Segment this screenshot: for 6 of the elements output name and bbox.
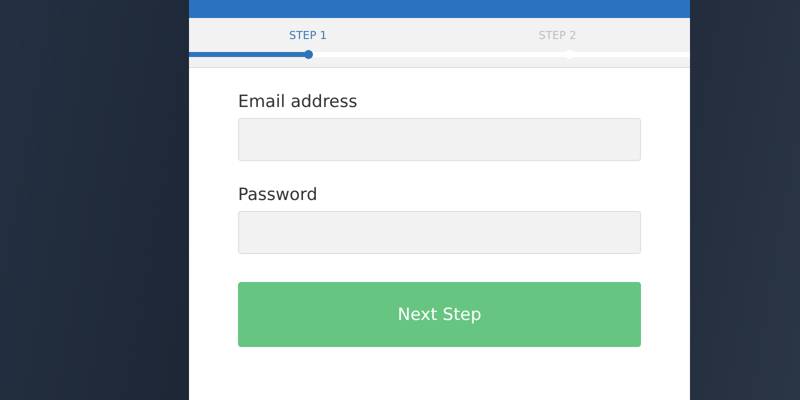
input-field[interactable] bbox=[238, 118, 641, 161]
next-step-button[interactable]: Next Step bbox=[238, 282, 641, 347]
field-label: Email address bbox=[238, 92, 358, 112]
step-label[interactable]: STEP 1 bbox=[289, 29, 327, 51]
field-label: Password bbox=[238, 185, 318, 205]
input-field[interactable] bbox=[238, 211, 641, 254]
